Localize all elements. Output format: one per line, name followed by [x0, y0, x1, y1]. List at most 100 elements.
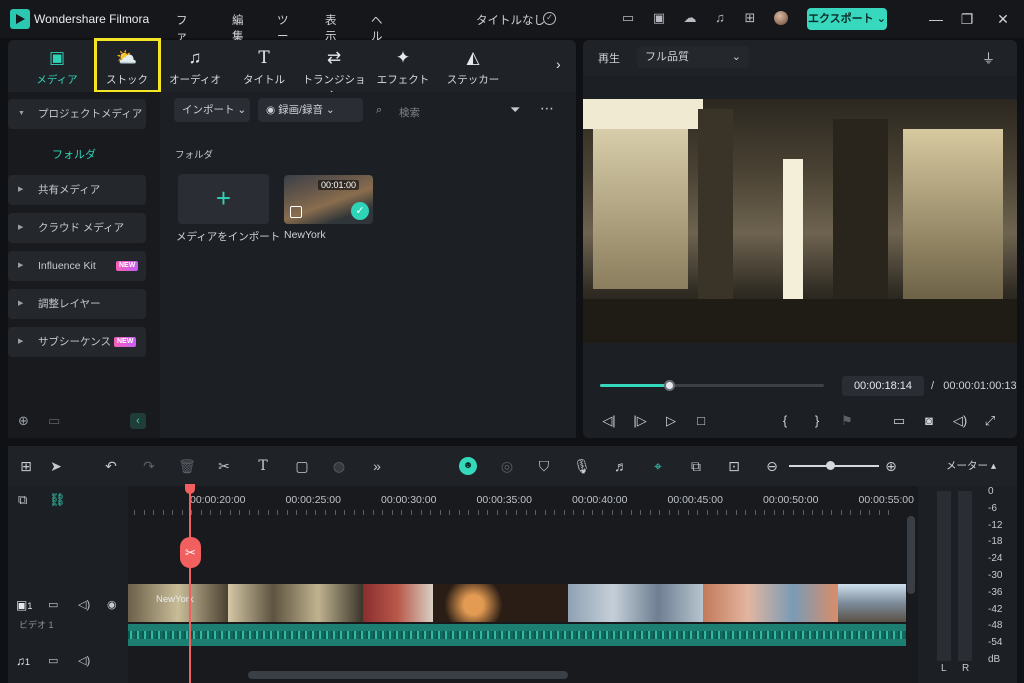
- close-icon[interactable]: ✕: [993, 9, 1013, 29]
- text-icon[interactable]: T: [254, 457, 272, 475]
- play-icon[interactable]: ▷: [662, 412, 680, 430]
- add-track-icon[interactable]: ⧉: [18, 492, 27, 508]
- shield-icon[interactable]: ⛉: [535, 457, 553, 475]
- delete-icon[interactable]: 🗑: [178, 457, 196, 475]
- headset-icon[interactable]: ♫: [712, 10, 728, 26]
- select-pointer-icon[interactable]: ➤: [47, 457, 65, 475]
- sidebar-folder[interactable]: フォルダ: [52, 146, 96, 162]
- zoom-slider-knob[interactable]: [826, 461, 835, 470]
- new-badge: NEW: [114, 337, 137, 347]
- search-input[interactable]: 検索: [399, 105, 420, 120]
- layout-icon[interactable]: ▭: [620, 10, 636, 26]
- record-dropdown[interactable]: ◉ 録画/録音 ⌄: [258, 98, 363, 122]
- timeline-ruler[interactable]: 00:00:20:00 00:00:25:00 00:00:30:00 00:00:3…: [128, 486, 918, 516]
- import-media-card[interactable]: +: [178, 174, 269, 224]
- sidebar-item-adjustment-layer[interactable]: ▶ 調整レイヤー: [8, 289, 146, 319]
- mark-in-icon[interactable]: {: [776, 412, 794, 430]
- eye-icon[interactable]: ◉: [107, 598, 117, 611]
- sidebar-item-project-media[interactable]: ▼ プロジェクトメディア: [8, 99, 146, 129]
- next-frame-icon[interactable]: |▷: [631, 412, 649, 430]
- import-dropdown[interactable]: インポート ⌄: [174, 98, 250, 122]
- microphone-icon[interactable]: 🎙: [573, 457, 591, 475]
- meter-label-r: R: [962, 663, 970, 674]
- fullscreen-icon[interactable]: ⤢: [981, 412, 999, 430]
- minimize-icon[interactable]: —: [926, 9, 946, 29]
- redo-icon[interactable]: ↷: [140, 457, 158, 475]
- stop-icon[interactable]: □: [692, 412, 710, 430]
- mark-out-icon[interactable]: }: [808, 412, 826, 430]
- sidebar-item-influence-kit[interactable]: ▶ Influence Kit NEW: [8, 251, 146, 281]
- cut-icon[interactable]: ✂: [215, 457, 233, 475]
- playhead[interactable]: [189, 486, 191, 683]
- folder-lock-icon[interactable]: ▭: [48, 598, 58, 611]
- filter-icon[interactable]: ⏷: [510, 102, 520, 118]
- audio-folder-icon[interactable]: ▭: [48, 654, 58, 667]
- ruler-tick: [325, 510, 326, 515]
- ruler-tick: [468, 510, 470, 515]
- avatar[interactable]: [774, 11, 788, 25]
- tab-media[interactable]: ▣ メディア: [22, 40, 92, 92]
- more-tools-icon[interactable]: »: [368, 457, 386, 475]
- restore-icon[interactable]: ❐: [957, 9, 977, 29]
- audio-volume-icon[interactable]: ◁): [78, 654, 90, 667]
- crop-icon[interactable]: ▢: [293, 457, 311, 475]
- pip-icon[interactable]: ⧉: [687, 457, 705, 475]
- link-icon[interactable]: ⛓: [49, 492, 66, 508]
- meter-label-l: L: [941, 663, 947, 674]
- new-folder-icon[interactable]: ⊕: [18, 413, 29, 429]
- ai-copilot-icon[interactable]: ☻: [459, 457, 477, 475]
- timeline-vertical-scrollbar[interactable]: [907, 516, 915, 594]
- color-icon[interactable]: ◍: [330, 457, 348, 475]
- track-volume-icon[interactable]: ◁): [78, 598, 90, 611]
- ruler-tick: [726, 510, 728, 515]
- timeline-horizontal-scrollbar[interactable]: [248, 671, 568, 679]
- marker-icon[interactable]: ⚑: [838, 412, 856, 430]
- tab-sticker[interactable]: ◭ ステッカー: [438, 40, 508, 92]
- video-clip[interactable]: [128, 584, 906, 622]
- tab-effects[interactable]: ✦ エフェクト: [368, 40, 438, 92]
- export-button[interactable]: エクスポート ⌄: [807, 8, 887, 30]
- cloud-upload-icon[interactable]: ☁: [682, 10, 698, 26]
- ruler-tick: [573, 510, 575, 515]
- ruler-tick: [391, 510, 393, 515]
- sidebar-item-subsequence[interactable]: ▶ サブシーケンス NEW: [8, 327, 146, 357]
- split-scissors-icon[interactable]: ✂: [180, 537, 201, 568]
- collapse-sidebar-icon[interactable]: ‹: [130, 413, 146, 429]
- search-icon: ⌕: [376, 104, 383, 116]
- render-icon[interactable]: ◎: [498, 457, 516, 475]
- music-list-icon[interactable]: ♬: [612, 457, 630, 475]
- fit-icon[interactable]: ⊡: [725, 457, 743, 475]
- check-circle-icon[interactable]: ✓: [543, 12, 556, 25]
- ruler-tick: [153, 510, 155, 515]
- ruler-tick: [840, 510, 842, 515]
- tab-transition[interactable]: ⇄ トランジション: [299, 40, 369, 101]
- prev-frame-icon[interactable]: ◁|: [600, 412, 618, 430]
- sidebar-item-cloud-media[interactable]: ▶ クラウド メディア: [8, 213, 146, 243]
- undo-icon[interactable]: ↶: [102, 457, 120, 475]
- sidebar-item-shared-media[interactable]: ▶ 共有メディア: [8, 175, 146, 205]
- save-icon[interactable]: ▣: [651, 10, 667, 26]
- folder-icon[interactable]: ▭: [48, 413, 60, 429]
- meter-scale-label: -6: [988, 502, 997, 514]
- scope-icon[interactable]: ⏚: [982, 48, 995, 67]
- total-time: / 00:00:01:00:13: [931, 380, 1017, 392]
- zoom-out-icon[interactable]: ⊖: [763, 457, 781, 475]
- preview-scrubber-knob[interactable]: [664, 380, 675, 391]
- current-time[interactable]: 00:00:18:14: [842, 376, 924, 396]
- display-icon[interactable]: ▭: [890, 412, 908, 430]
- zoom-in-icon[interactable]: ⊕: [882, 457, 900, 475]
- clip-thumbnail[interactable]: 00:01:00 ✓: [284, 175, 373, 224]
- snapshot-icon[interactable]: ◙: [920, 412, 938, 430]
- tab-audio[interactable]: ♫ オーディオ: [160, 40, 230, 92]
- layout-grid-icon[interactable]: ⊞: [17, 457, 35, 475]
- quality-dropdown[interactable]: フル品質 ⌄: [637, 46, 749, 68]
- meter-header[interactable]: メーター ▴: [918, 446, 1017, 486]
- volume-icon[interactable]: ◁): [951, 412, 969, 430]
- grid-apps-icon[interactable]: ⊞: [742, 10, 758, 26]
- chevron-right-icon[interactable]: ›: [556, 56, 561, 72]
- tab-title[interactable]: T タイトル: [229, 40, 299, 92]
- clip-name: NewYork: [284, 229, 326, 241]
- playhead-handle[interactable]: [185, 484, 195, 494]
- snap-icon[interactable]: ⌖: [649, 457, 667, 475]
- more-icon[interactable]: ⋯: [540, 100, 554, 117]
